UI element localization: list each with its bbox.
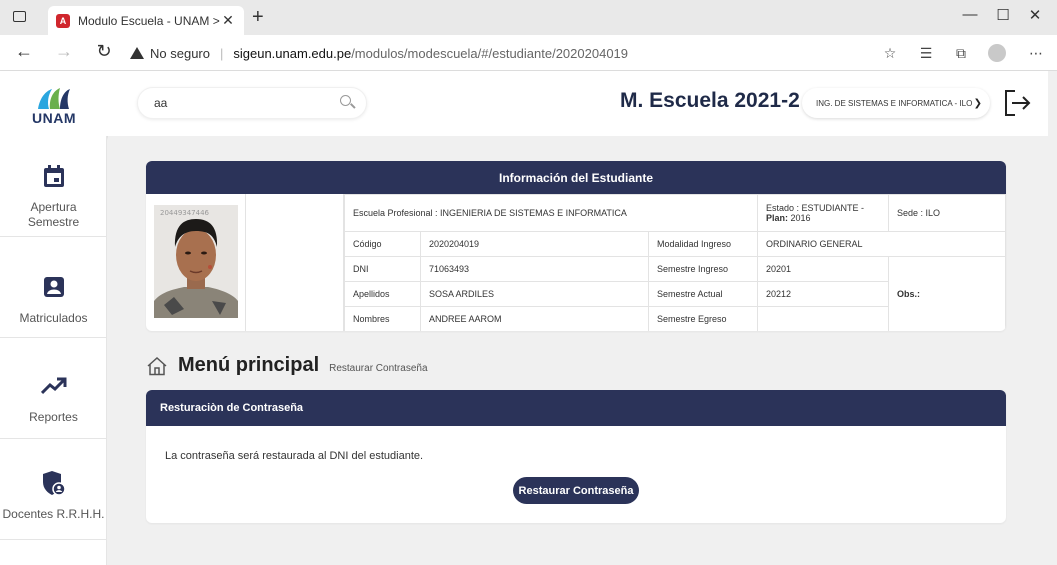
search-box[interactable] — [137, 87, 367, 119]
url-separator: | — [219, 45, 224, 61]
unam-logo[interactable]: UNAM — [24, 85, 84, 129]
menu-heading: Menú principal Restaurar Contraseña — [146, 354, 428, 377]
obs-label: Obs.: — [888, 256, 1006, 331]
reset-password-card: Resturaciòn de Contraseña La contraseña … — [146, 390, 1006, 523]
nombres-label: Nombres — [344, 306, 421, 331]
warning-icon — [130, 47, 144, 59]
table-row: Código 2020204019 Modalidad Ingreso ORDI… — [344, 231, 1006, 257]
favorites-icon[interactable]: ☰ — [916, 45, 936, 62]
more-icon[interactable]: ⋯ — [1026, 45, 1046, 62]
sidebar-item-reportes[interactable]: Reportes — [0, 338, 107, 439]
table-row: Escuela Profesional : INGENIERIA DE SIST… — [344, 194, 1006, 232]
sem-actual-label: Semestre Actual — [648, 281, 758, 307]
sem-egreso-value — [757, 306, 889, 331]
logo-mark-icon — [38, 88, 70, 109]
estado-text: Estado : ESTUDIANTE - — [766, 203, 865, 213]
student-photo: 20449347446 — [154, 205, 238, 318]
restore-password-button[interactable]: Restaurar Contraseña — [513, 477, 639, 504]
shield-user-icon — [42, 471, 66, 496]
sidebar-item-apertura-semestre[interactable]: Apertura Semestre — [0, 136, 107, 237]
home-icon[interactable] — [146, 356, 168, 376]
codigo-label: Código — [344, 231, 421, 257]
estado-cell: Estado : ESTUDIANTE - Plan: 2016 — [757, 194, 889, 232]
url-host: sigeun.unam.edu.pe — [233, 45, 352, 61]
app-title: M. Escuela 2021-2 — [620, 89, 800, 112]
browser-tab[interactable]: A Modulo Escuela - UNAM >> ✕ — [48, 6, 244, 35]
tab-title: Modulo Escuela - UNAM >> — [78, 13, 220, 28]
search-input[interactable] — [154, 96, 338, 110]
student-info-table: Escuela Profesional : INGENIERIA DE SIST… — [344, 194, 1006, 331]
logo-text: UNAM — [32, 110, 76, 126]
collections-icon[interactable]: ⧉ — [951, 45, 971, 62]
school-select-value: ING. DE SISTEMAS E INFORMATICA - ILO — [816, 98, 973, 108]
new-tab-icon[interactable]: + — [252, 6, 264, 29]
refresh-icon[interactable]: ↻ — [92, 41, 116, 62]
dni-value: 71063493 — [420, 256, 649, 282]
profile-icon[interactable] — [988, 44, 1006, 62]
favorites-add-icon[interactable]: ☆ — [880, 45, 900, 62]
codigo-value: 2020204019 — [420, 231, 649, 257]
security-label: No seguro — [150, 45, 210, 61]
apellidos-value: SOSA ARDILES — [420, 281, 649, 307]
dni-label: DNI — [344, 256, 421, 282]
url-path: /modulos/modescuela/#/estudiante/2020204… — [351, 45, 629, 61]
nombres-value: ANDREE AAROM — [420, 306, 649, 331]
browser-tab-bar: A Modulo Escuela - UNAM >> ✕ + — ☐ ✕ — [0, 0, 1057, 35]
sidebar-item-label: Reportes — [29, 410, 78, 424]
minimize-icon[interactable]: — — [955, 6, 985, 23]
student-info-title: Información del Estudiante — [146, 161, 1006, 194]
plan-label: Plan: — [766, 213, 789, 223]
reset-card-title: Resturaciòn de Contraseña — [146, 390, 1006, 426]
sem-ingreso-label: Semestre Ingreso — [648, 256, 758, 282]
user-badge-icon — [43, 277, 64, 297]
chevron-down-icon: ❯ — [973, 97, 982, 109]
page-scrollbar[interactable] — [1048, 71, 1057, 565]
sem-actual-value: 20212 — [757, 281, 889, 307]
forward-icon[interactable]: → — [52, 41, 76, 62]
reset-message: La contraseña será restaurada al DNI del… — [165, 450, 424, 462]
maximize-icon[interactable]: ☐ — [988, 6, 1018, 24]
logout-icon[interactable] — [1003, 87, 1031, 119]
back-icon[interactable]: ← — [12, 41, 36, 62]
calendar-icon — [43, 165, 64, 187]
apellidos-label: Apellidos — [344, 281, 421, 307]
sem-ingreso-value: 20201 — [757, 256, 889, 282]
main-content: Información del Estudiante 20449347446 E… — [108, 136, 1057, 565]
student-photo-cell: 20449347446 — [146, 194, 246, 331]
modalidad-label: Modalidad Ingreso — [648, 231, 758, 257]
photo-side-cell — [246, 194, 344, 331]
sidebar-item-label: Apertura Semestre — [27, 200, 80, 229]
student-info-card: Información del Estudiante 20449347446 E… — [146, 161, 1006, 331]
breadcrumb: Restaurar Contraseña — [329, 363, 428, 374]
app-header: UNAM M. Escuela 2021-2 ING. DE SISTEMAS … — [0, 71, 1057, 136]
sidebar-item-docentes[interactable]: Docentes R.R.H.H. — [0, 439, 107, 540]
plan-value: 2016 — [790, 213, 811, 223]
modalidad-value: ORDINARIO GENERAL — [757, 231, 1006, 257]
search-icon[interactable] — [338, 94, 356, 112]
trending-up-icon — [40, 377, 66, 395]
sede-cell: Sede : ILO — [888, 194, 1006, 232]
tab-close-icon[interactable]: ✕ — [220, 12, 236, 29]
angular-favicon-icon: A — [56, 13, 70, 28]
address-bar: ← → ↻ No seguro | sigeun.unam.edu.pe /mo… — [0, 35, 1057, 71]
menu-title: Menú principal — [178, 354, 320, 376]
photo-watermark: 20449347446 — [160, 209, 210, 217]
url-field[interactable]: No seguro | sigeun.unam.edu.pe /modulos/… — [130, 40, 850, 66]
sidebar-item-label: Docentes R.R.H.H. — [2, 507, 105, 521]
tab-actions-icon[interactable] — [13, 11, 26, 22]
close-icon[interactable]: ✕ — [1020, 6, 1050, 24]
sidebar-item-label: Matriculados — [19, 311, 88, 325]
escuela-cell: Escuela Profesional : INGENIERIA DE SIST… — [344, 194, 758, 232]
school-select[interactable]: ING. DE SISTEMAS E INFORMATICA - ILO ❯ — [802, 88, 990, 118]
sidebar-item-matriculados[interactable]: Matriculados — [0, 237, 107, 338]
sidebar: Apertura Semestre Matriculados Reportes — [0, 136, 107, 565]
sem-egreso-label: Semestre Egreso — [648, 306, 758, 331]
table-row: DNI 71063493 Semestre Ingreso 20201 Obs.… — [344, 256, 1006, 331]
